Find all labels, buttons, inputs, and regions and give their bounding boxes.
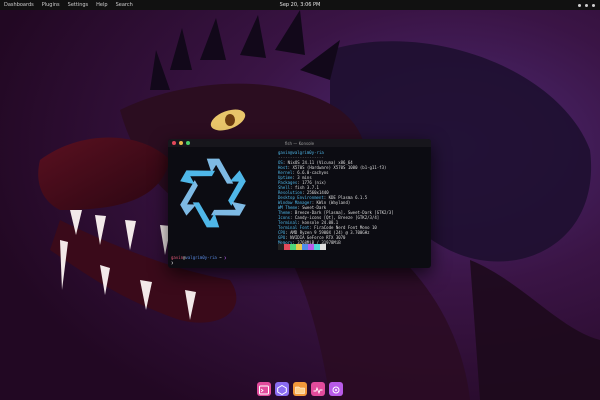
- power-icon[interactable]: [592, 3, 595, 7]
- prompt-host: valgrim0y-ria: [185, 255, 217, 260]
- top-menu: Dashboards Plugins Settings Help Search: [0, 2, 133, 8]
- menu-item-search[interactable]: Search: [116, 2, 133, 8]
- system-tray: [578, 3, 595, 7]
- shell-prompt: gavin@valgrim0y-ria ~ ❯: [171, 255, 226, 260]
- prompt-second-line: ❯: [171, 260, 174, 265]
- network-icon[interactable]: [578, 3, 581, 7]
- window-controls: [168, 141, 190, 145]
- files-icon: [295, 380, 305, 399]
- minimize-button[interactable]: [179, 141, 183, 145]
- maximize-button[interactable]: [186, 141, 190, 145]
- settings-icon: [331, 380, 341, 399]
- terminal-icon: [259, 380, 269, 399]
- menu-item-settings[interactable]: Settings: [68, 2, 89, 8]
- close-button[interactable]: [172, 141, 176, 145]
- system-info: gavin@valgrim0y-ria ------------------- …: [278, 150, 394, 245]
- terminal-titlebar[interactable]: fish — Konsole: [168, 139, 431, 147]
- nixos-logo: [180, 158, 246, 228]
- dock-item-settings[interactable]: [329, 382, 343, 396]
- volume-icon[interactable]: [585, 3, 588, 7]
- clock[interactable]: Sep 20, 3:06 PM: [280, 2, 321, 8]
- color-palette: [278, 244, 326, 250]
- top-panel: Dashboards Plugins Settings Help Search …: [0, 0, 600, 10]
- dock-item-terminal[interactable]: [257, 382, 271, 396]
- menu-item-plugins[interactable]: Plugins: [42, 2, 60, 8]
- dock-item-files[interactable]: [293, 382, 307, 396]
- menu-item-dashboards[interactable]: Dashboards: [4, 2, 34, 8]
- terminal-window[interactable]: fish — Konsole gavin@valgrim0y-ria -----…: [168, 139, 431, 268]
- terminal-title: fish — Konsole: [284, 140, 315, 146]
- menu-item-help[interactable]: Help: [96, 2, 107, 8]
- palette-swatch: [320, 244, 326, 250]
- prompt-symbol: ❯: [221, 255, 227, 260]
- dock-item-browser[interactable]: [275, 382, 289, 396]
- browser-icon: [277, 380, 287, 399]
- terminal-body[interactable]: gavin@valgrim0y-ria ------------------- …: [168, 147, 431, 268]
- dock-item-system-monitor[interactable]: [311, 382, 325, 396]
- system-monitor-icon: [313, 380, 323, 399]
- dock: [238, 381, 362, 397]
